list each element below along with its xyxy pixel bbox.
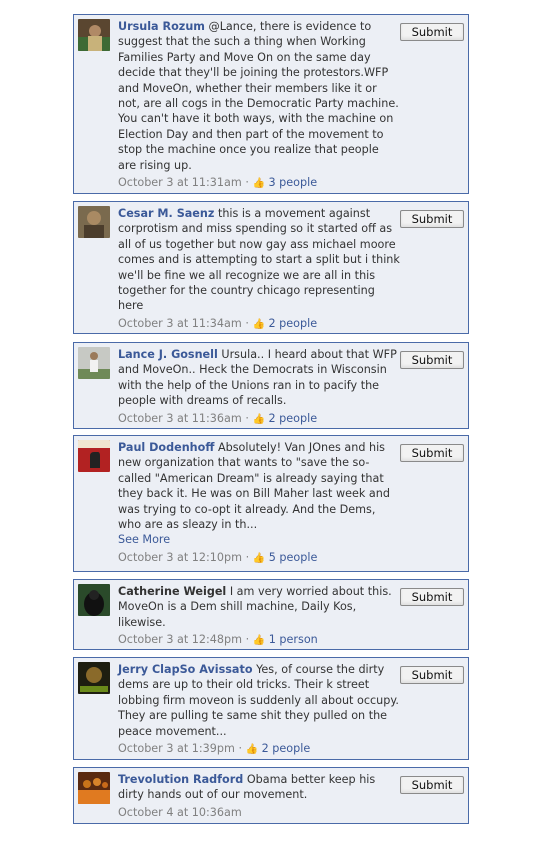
thumbs-up-icon: 👍 <box>252 318 265 330</box>
comment-meta: October 3 at 12:48pm · 👍 1 person <box>118 633 318 647</box>
submit-button[interactable]: Submit <box>400 351 464 369</box>
timestamp[interactable]: October 3 at 11:31am <box>118 176 242 189</box>
author-link[interactable]: Trevolution Radford <box>118 773 243 786</box>
comment-body: Catherine Weigel I am very worried about… <box>118 584 400 649</box>
comment-item: Paul Dodenhoff Absolutely! Van JOnes and… <box>73 435 469 572</box>
timestamp[interactable]: October 3 at 11:36am <box>118 412 242 425</box>
comment-text: @Lance, there is evidence to suggest tha… <box>118 20 399 172</box>
avatar[interactable] <box>78 772 110 804</box>
submit-button[interactable]: Submit <box>400 588 464 606</box>
comment-body: Paul Dodenhoff Absolutely! Van JOnes and… <box>118 440 400 566</box>
avatar[interactable] <box>78 440 110 472</box>
likes-link[interactable]: 2 people <box>268 412 317 425</box>
comment-meta: October 3 at 1:39pm · 👍 2 people <box>118 742 311 756</box>
timestamp[interactable]: October 3 at 1:39pm <box>118 742 235 755</box>
avatar[interactable] <box>78 662 110 694</box>
likes-link[interactable]: 2 people <box>268 317 317 330</box>
author-link[interactable]: Lance J. Gosnell <box>118 348 218 361</box>
comment-item: Cesar M. Saenz this is a movement agains… <box>73 201 469 334</box>
submit-button[interactable]: Submit <box>400 23 464 41</box>
comment-body: Jerry ClapSo Avissato Yes, of course the… <box>118 662 400 757</box>
timestamp[interactable]: October 3 at 12:10pm <box>118 551 242 564</box>
comment-meta: October 3 at 11:36am · 👍 2 people <box>118 411 318 425</box>
likes-link[interactable]: 5 people <box>269 551 318 564</box>
comment-body: Ursula Rozum @Lance, there is evidence t… <box>118 19 400 191</box>
author-link[interactable]: Jerry ClapSo Avissato <box>118 663 253 676</box>
submit-button[interactable]: Submit <box>400 210 464 228</box>
likes-link[interactable]: 1 person <box>269 633 318 646</box>
comment-meta: October 3 at 11:34am · 👍 2 people <box>118 316 318 330</box>
thumbs-up-icon: 👍 <box>252 635 266 647</box>
comment-text: Absolutely! Van JOnes and his new organi… <box>118 441 390 532</box>
avatar[interactable] <box>78 347 110 379</box>
author-link[interactable]: Ursula Rozum <box>118 20 205 33</box>
comment-item: Catherine Weigel I am very worried about… <box>73 579 469 650</box>
author-name: Catherine Weigel <box>118 585 227 598</box>
see-more-link[interactable]: See More <box>118 532 400 547</box>
comment-item: Trevolution Radford Obama better keep hi… <box>73 767 469 824</box>
thumbs-up-icon: 👍 <box>252 413 265 425</box>
comment-meta: October 3 at 12:10pm · 👍 5 people <box>118 550 318 564</box>
comment-text: this is a movement against corprotism an… <box>118 207 400 313</box>
submit-button[interactable]: Submit <box>400 444 464 462</box>
thumbs-up-icon: 👍 <box>252 178 265 190</box>
thumbs-up-icon: 👍 <box>245 744 259 756</box>
comment-item: Ursula Rozum @Lance, there is evidence t… <box>73 14 469 194</box>
comment-body: Trevolution Radford Obama better keep hi… <box>118 772 400 820</box>
likes-link[interactable]: 3 people <box>268 176 317 189</box>
avatar[interactable] <box>78 19 110 51</box>
avatar[interactable] <box>78 206 110 238</box>
timestamp[interactable]: October 4 at 10:36am <box>118 806 242 819</box>
likes-link[interactable]: 2 people <box>262 742 311 755</box>
submit-button[interactable]: Submit <box>400 666 464 684</box>
avatar[interactable] <box>78 584 110 616</box>
submit-button[interactable]: Submit <box>400 776 464 794</box>
comment-meta: October 4 at 10:36am <box>118 805 400 820</box>
thumbs-up-icon: 👍 <box>252 552 266 564</box>
comment-item: Jerry ClapSo Avissato Yes, of course the… <box>73 657 469 760</box>
timestamp[interactable]: October 3 at 12:48pm <box>118 633 242 646</box>
comment-body: Cesar M. Saenz this is a movement agains… <box>118 206 400 332</box>
author-link[interactable]: Cesar M. Saenz <box>118 207 214 220</box>
timestamp[interactable]: October 3 at 11:34am <box>118 317 242 330</box>
comment-meta: October 3 at 11:31am · 👍 3 people <box>118 176 318 190</box>
comment-item: Lance J. Gosnell Ursula.. I heard about … <box>73 342 469 429</box>
comment-body: Lance J. Gosnell Ursula.. I heard about … <box>118 347 400 427</box>
author-link[interactable]: Paul Dodenhoff <box>118 441 214 454</box>
